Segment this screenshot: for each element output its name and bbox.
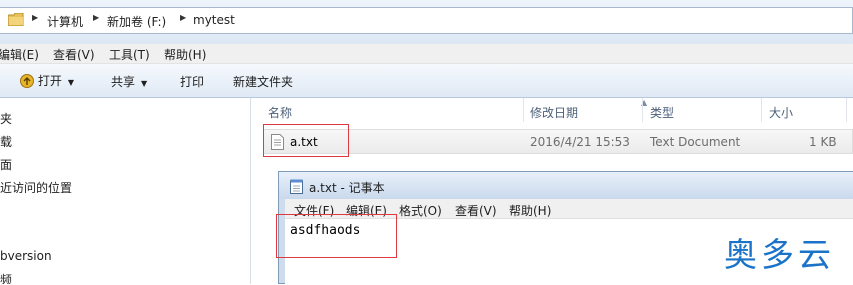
file-type: Text Document xyxy=(650,135,741,149)
notepad-menu-view[interactable]: 查看(V) xyxy=(455,202,497,219)
column-modified[interactable]: 修改日期 xyxy=(530,104,578,121)
column-divider[interactable] xyxy=(523,98,524,122)
notepad-menu-help[interactable]: 帮助(H) xyxy=(509,202,551,219)
menu-bar: 编辑(E) 查看(V) 工具(T) 帮助(H) xyxy=(0,44,853,64)
file-modified: 2016/4/21 15:53 xyxy=(530,135,630,149)
menu-view[interactable]: 查看(V) xyxy=(53,46,95,63)
notepad-menu-format[interactable]: 格式(O) xyxy=(399,202,442,219)
new-folder-button[interactable]: 新建文件夹 xyxy=(233,73,293,90)
notepad-title: a.txt - 记事本 xyxy=(309,181,385,195)
file-row[interactable]: a.txt 2016/4/21 15:53 Text Document 1 KB xyxy=(263,129,853,154)
menu-help[interactable]: 帮助(H) xyxy=(164,46,206,63)
highlight-box xyxy=(276,214,397,258)
menu-tools[interactable]: 工具(T) xyxy=(109,46,150,63)
notepad-icon xyxy=(290,179,303,194)
nav-item-favorites[interactable]: 夹 xyxy=(0,110,12,127)
column-name[interactable]: 名称 xyxy=(268,104,292,121)
column-size[interactable]: 大小 xyxy=(769,104,793,121)
menu-edit[interactable]: 编辑(E) xyxy=(0,46,39,63)
nav-item-recent-places[interactable]: 近访问的位置 xyxy=(0,179,72,196)
nav-item-subversion[interactable]: bversion xyxy=(0,249,52,263)
open-label: 打开 xyxy=(37,74,62,88)
column-divider[interactable] xyxy=(642,98,643,122)
folder-icon xyxy=(8,13,24,26)
highlight-box xyxy=(263,124,349,157)
breadcrumb-computer[interactable]: 计算机 xyxy=(47,13,83,30)
dropdown-arrow-icon: ▼ xyxy=(67,78,74,87)
chevron-right-icon[interactable]: ▶ xyxy=(93,13,99,22)
column-divider[interactable] xyxy=(846,98,847,122)
navigation-pane: 夹 载 面 近访问的位置 bversion 频 xyxy=(0,98,251,284)
watermark-logo: 奥多云 xyxy=(724,235,835,274)
notepad-title-bar[interactable]: a.txt - 记事本 xyxy=(279,172,853,199)
column-header-row: ▲ 名称 修改日期 类型 大小 xyxy=(252,98,853,122)
address-bar[interactable]: ▶ 计算机 ▶ 新加卷 (F:) ▶ mytest xyxy=(0,7,853,34)
share-button[interactable]: 共享 ▼ xyxy=(111,73,147,90)
open-button[interactable]: 打开 ▼ xyxy=(20,72,74,89)
share-label: 共享 xyxy=(111,75,136,89)
open-icon xyxy=(20,74,34,88)
chevron-right-icon[interactable]: ▶ xyxy=(180,13,186,22)
nav-item-videos[interactable]: 频 xyxy=(0,271,12,284)
column-divider[interactable] xyxy=(761,98,762,122)
address-bar-area: ▶ 计算机 ▶ 新加卷 (F:) ▶ mytest xyxy=(0,0,853,44)
command-bar: 打开 ▼ 共享 ▼ 打印 新建文件夹 xyxy=(0,64,853,98)
nav-item-downloads[interactable]: 载 xyxy=(0,133,12,150)
print-button[interactable]: 打印 xyxy=(180,73,204,90)
file-size: 1 KB xyxy=(809,135,837,149)
breadcrumb-folder[interactable]: mytest xyxy=(193,13,235,27)
nav-item-desktop[interactable]: 面 xyxy=(0,156,12,173)
dropdown-arrow-icon: ▼ xyxy=(141,79,148,88)
column-type[interactable]: 类型 xyxy=(650,104,674,121)
breadcrumb-drive[interactable]: 新加卷 (F:) xyxy=(107,13,166,30)
chevron-right-icon[interactable]: ▶ xyxy=(32,13,38,22)
